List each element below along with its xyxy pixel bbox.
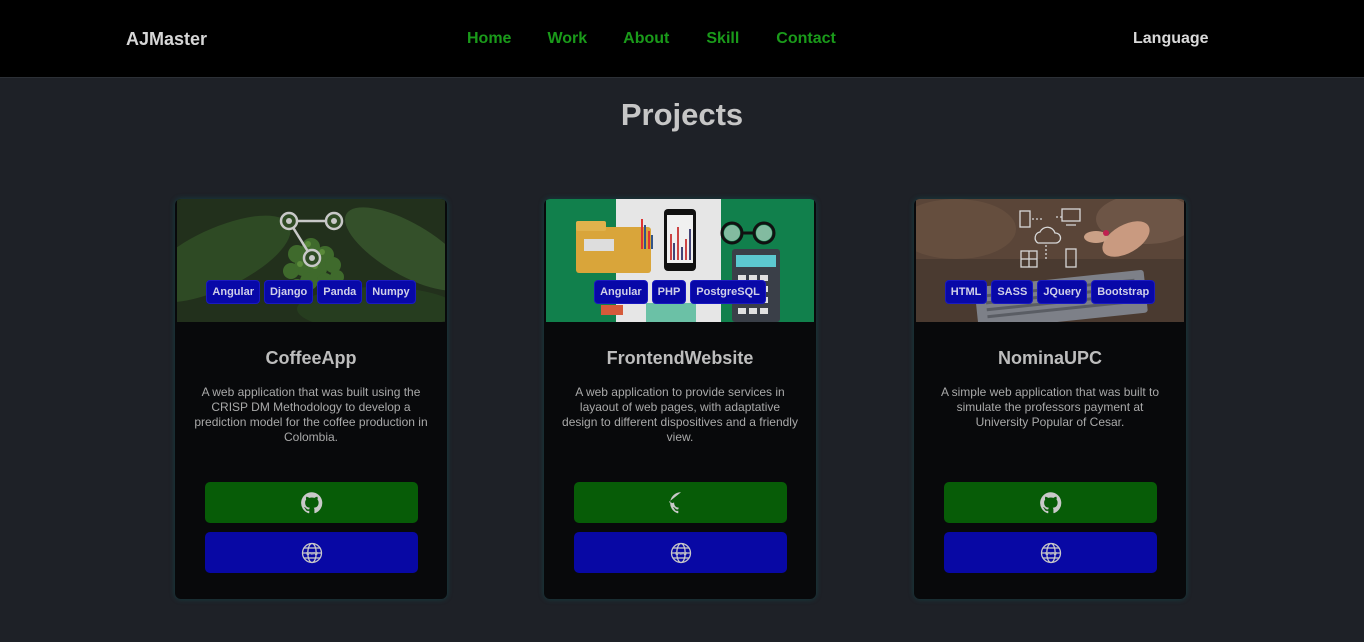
github-icon <box>1039 491 1063 515</box>
tech-tag: Angular <box>594 280 648 304</box>
project-card-nominaupc: HTML SASS JQuery Bootstrap NominaUPC A s… <box>914 199 1186 599</box>
globe-icon: www <box>300 542 324 564</box>
github-button[interactable] <box>205 482 418 523</box>
tech-tag: Bootstrap <box>1091 280 1156 304</box>
project-card-frontendwebsite: Angular PHP PostgreSQL FrontendWebsite A… <box>544 199 816 599</box>
tech-tag: HTML <box>944 280 988 304</box>
tech-tag: Angular <box>206 280 260 304</box>
tech-tag: Panda <box>317 280 363 304</box>
project-title: CoffeeApp <box>265 348 357 368</box>
tech-tag: JQuery <box>1037 280 1088 304</box>
github-button[interactable] <box>574 482 787 523</box>
nav-link-skill[interactable]: Skill <box>706 30 739 48</box>
svg-text:www: www <box>674 551 686 557</box>
brand-logo[interactable]: AJMaster <box>126 29 207 50</box>
globe-icon: www <box>669 542 693 564</box>
language-menu[interactable]: Language <box>1133 30 1209 48</box>
navbar: AJMaster Home Work About Skill Contact L… <box>0 0 1364 78</box>
tech-tag: Numpy <box>366 280 416 304</box>
project-title: NominaUPC <box>997 348 1102 368</box>
project-card-coffeeapp: Angular Django Panda Numpy CoffeeApp A w… <box>175 199 447 599</box>
github-icon <box>668 491 693 515</box>
project-thumbnail: Angular Django Panda Numpy <box>177 199 445 322</box>
svg-text:www: www <box>1044 551 1056 557</box>
website-button[interactable]: www <box>205 532 418 573</box>
website-button[interactable]: www <box>944 532 1157 573</box>
globe-icon: www <box>1039 542 1063 564</box>
nav-links: Home Work About Skill Contact <box>467 30 836 48</box>
nav-link-about[interactable]: About <box>623 30 669 48</box>
tech-tags: Angular Django Panda Numpy <box>177 280 445 304</box>
project-thumbnail: HTML SASS JQuery Bootstrap <box>916 199 1184 322</box>
nav-link-contact[interactable]: Contact <box>776 30 836 48</box>
project-description: A simple web application that was built … <box>940 385 1160 429</box>
tech-tag: SASS <box>991 280 1034 304</box>
github-button[interactable] <box>944 482 1157 523</box>
tech-tag: Django <box>263 280 314 304</box>
website-button[interactable]: www <box>574 532 787 573</box>
project-title: FrontendWebsite <box>606 348 754 368</box>
nav-link-home[interactable]: Home <box>467 30 511 48</box>
project-thumbnail: Angular PHP PostgreSQL <box>546 199 814 322</box>
tech-tags: HTML SASS JQuery Bootstrap <box>916 280 1184 304</box>
tech-tag: PHP <box>651 280 687 304</box>
project-description: A web application to provide services in… <box>562 385 798 444</box>
project-description: A web application that was built using t… <box>194 385 428 444</box>
tech-tag: PostgreSQL <box>690 280 766 304</box>
page-title: Projects <box>620 97 744 132</box>
tech-tags: Angular PHP PostgreSQL <box>546 280 814 304</box>
github-icon <box>300 491 324 515</box>
svg-text:www: www <box>305 551 317 557</box>
nav-link-work[interactable]: Work <box>547 30 587 48</box>
